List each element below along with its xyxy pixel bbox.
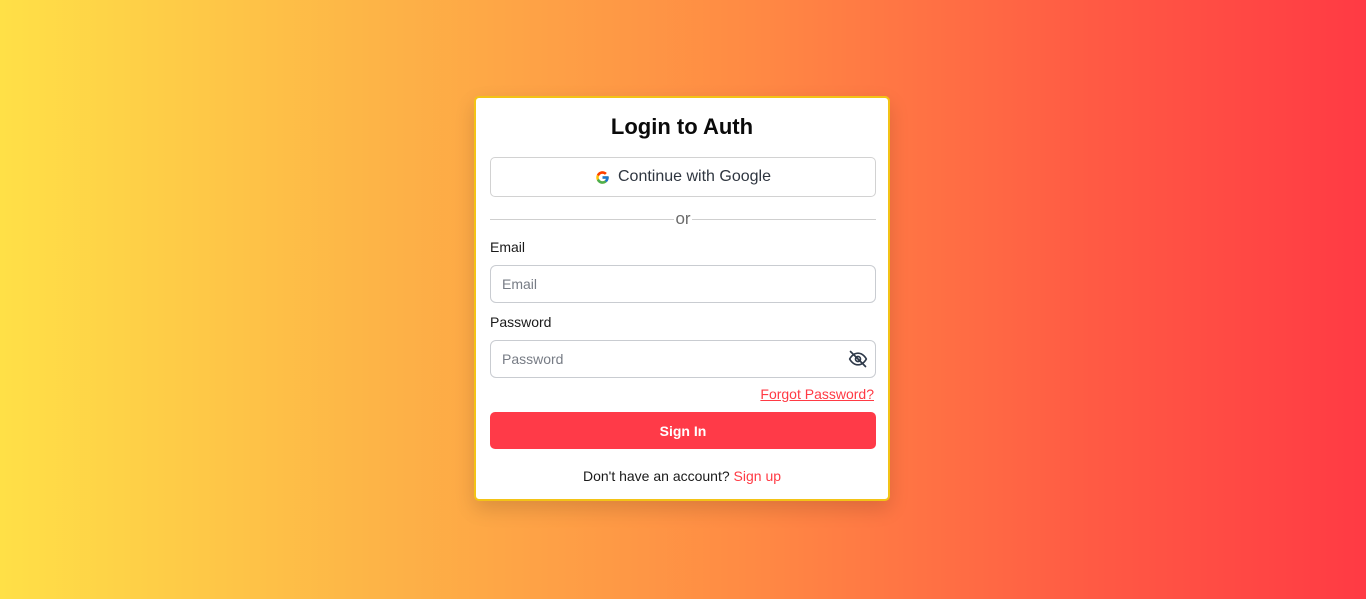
- continue-with-google-button[interactable]: Continue with Google: [490, 157, 876, 197]
- forgot-password-link[interactable]: Forgot Password?: [760, 386, 874, 402]
- google-icon: [595, 170, 610, 185]
- password-label: Password: [490, 314, 552, 330]
- login-card: Login to Auth Continue with Google or Em…: [474, 96, 890, 501]
- eye-off-icon[interactable]: [848, 349, 868, 369]
- email-label: Email: [490, 239, 526, 255]
- google-button-label: Continue with Google: [618, 168, 771, 185]
- page-title: Login to Auth: [610, 114, 754, 139]
- email-field[interactable]: [490, 265, 876, 303]
- or-divider: or: [490, 209, 876, 229]
- sign-up-link[interactable]: Sign up: [734, 468, 781, 484]
- divider-line-right: [692, 219, 876, 220]
- signup-prompt: Don't have an account? Sign up: [476, 468, 888, 484]
- password-field[interactable]: [490, 340, 876, 378]
- no-account-text: Don't have an account?: [582, 468, 730, 484]
- sign-in-button[interactable]: Sign In: [490, 412, 876, 449]
